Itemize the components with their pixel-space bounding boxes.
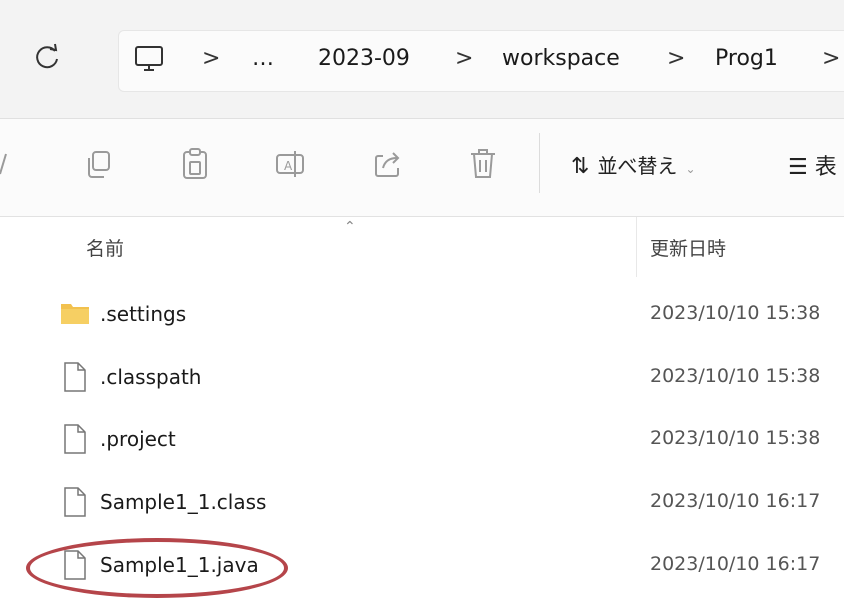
breadcrumb-chevron[interactable]: >	[455, 46, 473, 71]
file-date: 2023/10/10 15:38	[650, 365, 821, 387]
file-date: 2023/10/10 15:38	[650, 427, 821, 449]
view-button[interactable]: ☰ 表	[788, 149, 837, 181]
sort-button[interactable]: ⇅ 並べ替え ⌄	[571, 150, 696, 179]
svg-text:A: A	[284, 159, 293, 173]
file-date: 2023/10/10 16:17	[650, 553, 821, 575]
list-item[interactable]: Sample1_1.class 2023/10/10 16:17	[0, 472, 844, 534]
file-icon	[60, 486, 90, 518]
file-date: 2023/10/10 16:17	[650, 490, 821, 512]
view-lines-icon: ☰	[788, 155, 808, 180]
sort-indicator-icon: ⌃	[344, 219, 356, 235]
folder-icon	[60, 298, 90, 330]
breadcrumb-chevron[interactable]: >	[667, 46, 685, 71]
file-name: Sample1_1.class	[100, 490, 267, 514]
column-divider[interactable]	[636, 217, 637, 277]
column-header: ⌃ 名前 更新日時	[0, 217, 844, 277]
file-icon	[60, 423, 90, 455]
rename-icon[interactable]: A	[273, 146, 307, 182]
highlight-ellipse	[26, 538, 288, 598]
breadcrumb-workspace[interactable]: workspace	[502, 46, 620, 71]
copy-icon[interactable]	[84, 146, 118, 182]
file-name: .classpath	[100, 365, 202, 389]
breadcrumb-2023-09[interactable]: 2023-09	[318, 46, 410, 71]
refresh-icon[interactable]	[30, 40, 64, 74]
breadcrumb-chevron[interactable]: >	[822, 46, 840, 71]
cut-icon[interactable]	[0, 146, 20, 182]
breadcrumb-ellipsis[interactable]: …	[252, 46, 274, 71]
address-row: > … 2023-09 > workspace > Prog1 >	[0, 0, 844, 119]
sort-label: 並べ替え	[597, 154, 678, 178]
sort-arrows-icon: ⇅	[571, 154, 590, 179]
toolbar-divider	[539, 133, 540, 193]
file-name: .project	[100, 427, 176, 451]
delete-icon[interactable]	[466, 146, 500, 182]
share-icon[interactable]	[371, 146, 405, 182]
column-name[interactable]: 名前	[86, 234, 124, 261]
breadcrumb-chevron[interactable]: >	[202, 46, 220, 71]
this-pc-icon[interactable]	[133, 44, 165, 74]
file-name: .settings	[100, 302, 187, 326]
column-date-modified[interactable]: 更新日時	[650, 234, 726, 261]
list-item[interactable]: .project 2023/10/10 15:38	[0, 409, 844, 471]
list-item[interactable]: .settings 2023/10/10 15:38	[0, 284, 844, 346]
list-item[interactable]: .classpath 2023/10/10 15:38	[0, 347, 844, 409]
chevron-down-icon: ⌄	[685, 162, 696, 176]
file-icon	[60, 361, 90, 393]
command-bar: A ⇅ 並べ替え ⌄ ☰ 表	[0, 119, 844, 217]
paste-icon[interactable]	[178, 146, 212, 182]
view-label: 表	[814, 155, 837, 180]
file-explorer-window: > … 2023-09 > workspace > Prog1 > A ⇅ 並べ替…	[0, 0, 844, 603]
file-date: 2023/10/10 15:38	[650, 302, 821, 324]
breadcrumb-prog1[interactable]: Prog1	[715, 46, 778, 71]
